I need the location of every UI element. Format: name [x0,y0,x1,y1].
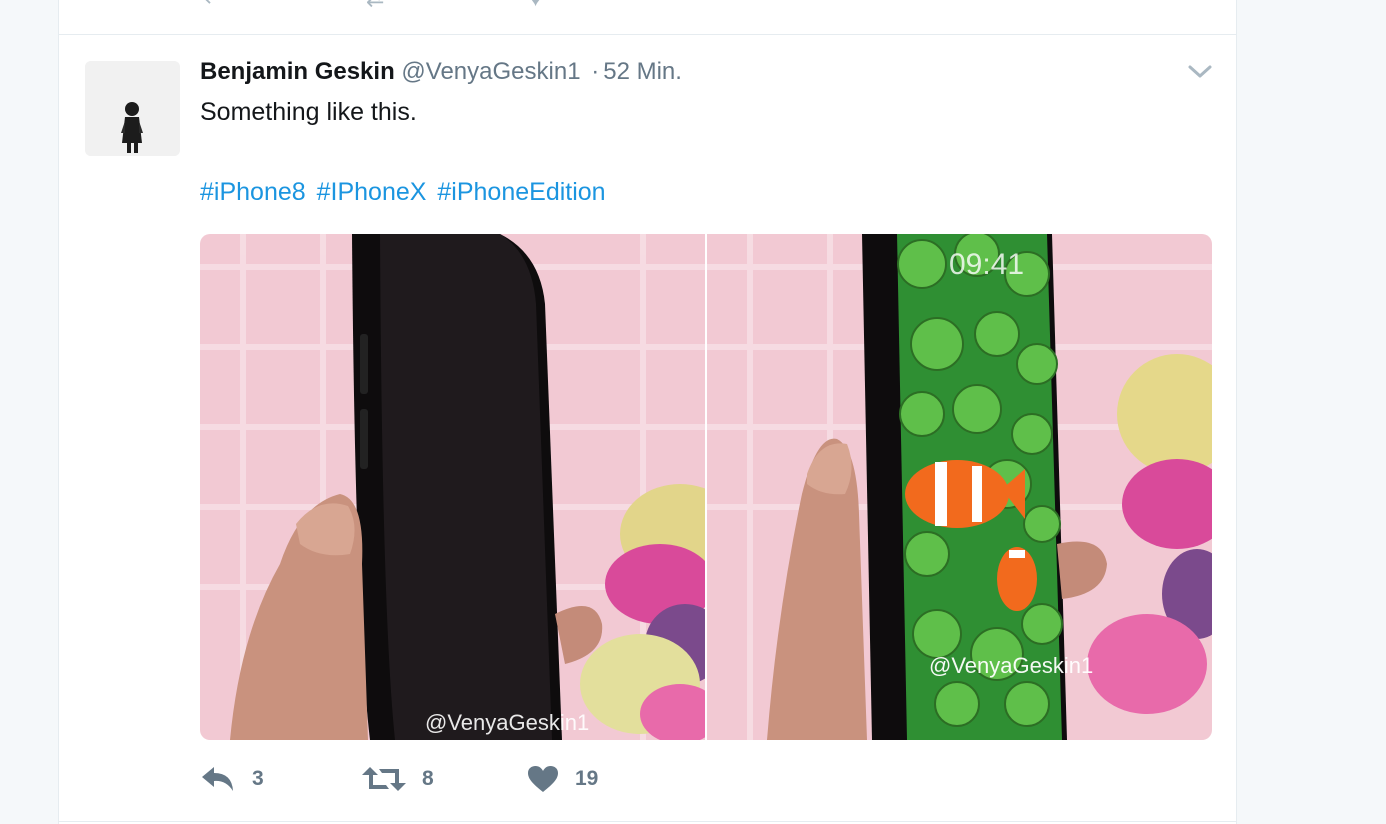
hashtag-link[interactable]: #IPhoneX [317,178,427,206]
timestamp[interactable]: 52 Min. [603,58,682,85]
reply-icon [202,767,233,791]
retweet-icon [362,767,406,791]
reply-button[interactable]: 3 [200,765,264,793]
timeline-column: ↩ ⇄ ♥ Benjamin Geskin @VenyaGeskin1 ·52 … [58,0,1237,824]
like-button[interactable]: 19 [527,765,598,793]
retweet-icon[interactable]: ⇄ [366,0,384,12]
tweet-text: Something like this. [200,98,417,126]
tweet-header: Benjamin Geskin @VenyaGeskin1 · 52 Min. [200,58,682,86]
previous-tweet: ↩ ⇄ ♥ [59,0,1236,35]
heart-icon[interactable]: ♥ [529,0,542,12]
retweet-count: 8 [422,767,434,790]
tweet[interactable]: Benjamin Geskin @VenyaGeskin1 · 52 Min. S… [59,35,1236,822]
reply-icon[interactable]: ↩ [204,0,222,12]
chevron-down-icon[interactable] [1187,63,1213,81]
hashtags: #iPhone8 #IPhoneX #iPhoneEdition [200,178,610,207]
hashtag-link[interactable]: #iPhoneEdition [437,178,605,206]
retweet-button[interactable]: 8 [362,765,434,793]
watermark: @VenyaGeskin1 [929,653,1094,678]
heart-icon [528,766,558,792]
author-fullname[interactable]: Benjamin Geskin [200,58,395,85]
media-photo-2[interactable]: 09:41 @VenyaGeskin1 [707,234,1212,740]
lockscreen-time: 09:41 [949,248,1025,281]
like-count: 19 [575,767,599,790]
watermark: @VenyaGeskin1 [425,710,590,735]
separator: · [591,58,600,85]
reply-count: 3 [252,767,264,790]
media-grid: @VenyaGeskin1 09:41 @VenyaGeskin1 [200,234,1212,740]
avatar[interactable] [85,61,180,156]
author-username[interactable]: @VenyaGeskin1 [401,58,580,85]
hashtag-link[interactable]: #iPhone8 [200,178,306,206]
media-photo-1[interactable]: @VenyaGeskin1 [200,234,705,740]
